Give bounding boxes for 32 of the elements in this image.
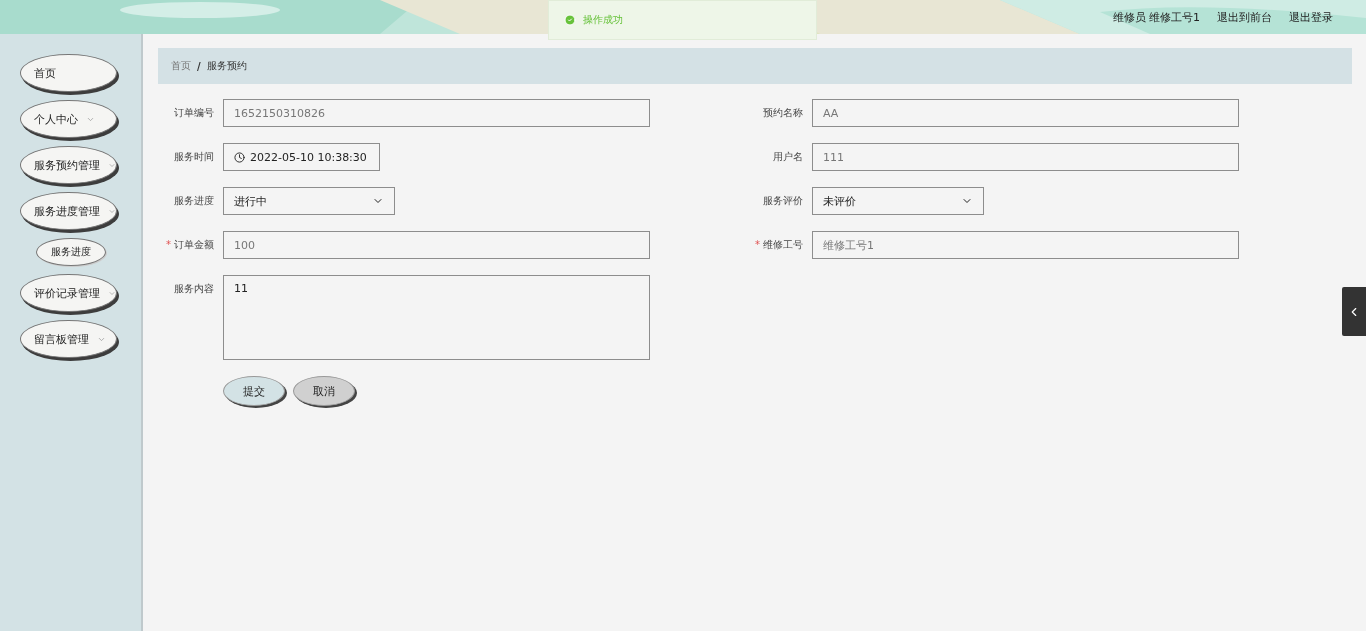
field-label: * 维修工号 (754, 238, 803, 252)
menu-item[interactable]: 服务进度管理 (20, 192, 117, 230)
field-label: 订单编号 (173, 106, 214, 120)
select-field[interactable]: 进行中 (223, 187, 395, 215)
toast-text: 操作成功 (583, 13, 623, 27)
side-panel-toggle[interactable] (1342, 287, 1366, 336)
menu-item[interactable]: 评价记录管理 (20, 274, 117, 312)
field-label: 服务内容 (173, 282, 214, 296)
breadcrumb-link[interactable]: 服务预约 (206, 59, 247, 73)
header-link[interactable]: 退出到前台 (1217, 9, 1272, 25)
field-label: 预约名称 (762, 106, 803, 120)
field-label: 服务进度 (173, 194, 214, 208)
field-label: * 订单金额 (165, 238, 214, 252)
select-field[interactable]: 未评价 (812, 187, 984, 215)
menu-item[interactable]: 留言板管理 (20, 320, 117, 358)
text-area[interactable]: 11 (223, 275, 650, 360)
header-link[interactable]: 退出登录 (1289, 9, 1333, 25)
clock-icon (234, 151, 245, 163)
submit-button[interactable]: 提交 (223, 376, 285, 406)
menu-item[interactable]: 服务预约管理 (20, 146, 117, 184)
cancel-button[interactable]: 取消 (293, 376, 355, 406)
breadcrumb-separator: / (197, 60, 201, 72)
submenu-item[interactable]: 服务进度 (36, 238, 106, 266)
field-label: 服务时间 (173, 150, 214, 164)
menu-item[interactable]: 个人中心 (20, 100, 117, 138)
field-label: 服务评价 (762, 194, 803, 208)
menu-item[interactable]: 首页 (20, 54, 117, 92)
date-field[interactable]: 2022-05-10 10:38:30 (223, 143, 380, 171)
user-info: 维修员 维修工号1 (1112, 9, 1200, 25)
breadcrumb-link[interactable]: 首页 (171, 59, 191, 73)
check-icon (564, 14, 576, 26)
field-label: 用户名 (772, 150, 803, 164)
